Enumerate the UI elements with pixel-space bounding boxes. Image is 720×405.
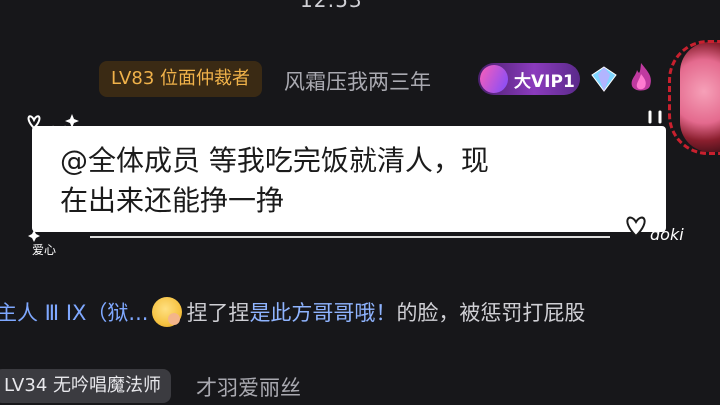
pinch-emoji-icon xyxy=(152,297,183,327)
gem-icon xyxy=(591,66,617,92)
status-time: 12:53 xyxy=(300,0,363,12)
vip-badge: 大VIP1 xyxy=(476,61,580,97)
flame-icon xyxy=(631,63,651,91)
message-line-1: @全体成员 等我吃完饭就清人，现 xyxy=(60,144,489,177)
deco-bl-text: 爱心 xyxy=(32,243,56,257)
sender-username[interactable]: 风霜压我两三年 xyxy=(284,66,431,96)
message-line-2: 在出来还能挣一挣 xyxy=(60,184,285,217)
level-badge-label: LV83 位面仲裁者 xyxy=(111,68,250,89)
bubble-underline xyxy=(90,236,610,238)
interaction-target[interactable]: 是此方哥哥哦！ xyxy=(249,297,396,327)
deco-br-text: doki xyxy=(650,225,684,244)
level-badge-2: LV34 无吟唱魔法师 xyxy=(0,369,171,403)
bubble-deco-doki-icon: doki xyxy=(626,216,684,244)
vip-wing-icon xyxy=(476,61,512,97)
avatar-frame xyxy=(668,40,720,155)
interaction-sender[interactable]: 主人 Ⅲ IX（狱... xyxy=(0,297,148,327)
level-badge: LV83 位面仲裁者 xyxy=(99,61,262,97)
bubble-deco-top-left-icon: 嗷嗷 xyxy=(27,114,79,139)
interaction-action: 捏了捏 xyxy=(186,301,250,325)
sender-username-2[interactable]: 才羽爱丽丝 xyxy=(196,372,301,402)
vip-badge-label: 大VIP1 xyxy=(514,71,575,92)
interaction-message[interactable]: 主人 Ⅲ IX（狱... 捏了捏 是此方哥哥哦！ 的脸，被惩罚打屁股 xyxy=(0,296,585,328)
interaction-result: 的脸，被惩罚打屁股 xyxy=(396,301,586,325)
deco-tl-text: 嗷嗷 xyxy=(44,125,68,139)
bubble-deco-bottom-left-icon: 爱心 xyxy=(28,230,56,257)
bubble-deco-exclaim-icon xyxy=(647,109,663,130)
message-text: @全体成员 等我吃完饭就清人，现 在出来还能挣一挣 xyxy=(60,141,660,221)
